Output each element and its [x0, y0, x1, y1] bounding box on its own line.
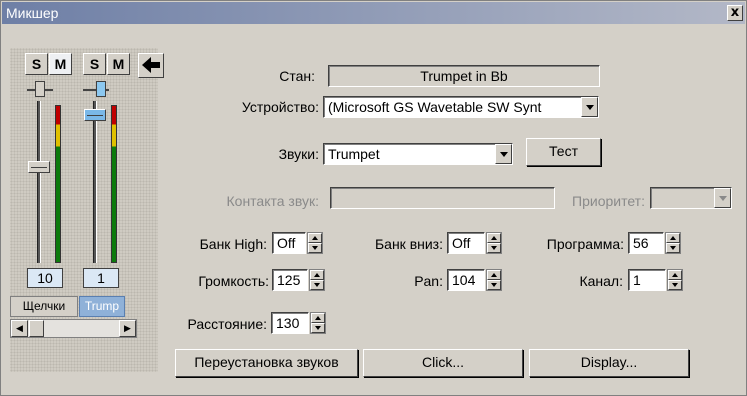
fader-track-2 — [93, 101, 97, 263]
bank-high-spinner[interactable] — [307, 232, 323, 254]
test-button[interactable]: Тест — [526, 138, 601, 166]
channel-down[interactable] — [668, 280, 682, 290]
window-title: Микшер — [6, 5, 59, 21]
track-tab-trumpet[interactable]: Trump — [79, 296, 125, 317]
mute-button-2[interactable]: M — [107, 53, 130, 75]
distance-down[interactable] — [311, 323, 325, 333]
sounds-dropdown-button[interactable] — [495, 144, 512, 164]
collapse-arrow-button[interactable] — [138, 53, 164, 78]
reassign-sounds-button[interactable]: Переустановка звуков — [175, 349, 358, 377]
scroll-right-button[interactable]: ▶ — [119, 320, 136, 337]
pan-spinner[interactable] — [486, 269, 502, 291]
level-meter-2 — [111, 105, 117, 263]
mixer-window: Микшер x S M S M 10 1 Щелчки Trump ◀ ▶ С… — [0, 0, 747, 396]
volume-fader-2[interactable] — [84, 109, 106, 121]
channel-value-2: 1 — [83, 268, 119, 288]
pan-knob-2[interactable] — [96, 81, 106, 97]
sounds-label: Звуки: — [278, 146, 319, 162]
volume-spinner[interactable] — [309, 269, 325, 291]
staff-label: Стан: — [279, 68, 315, 84]
sounds-select[interactable]: Trumpet — [323, 143, 513, 165]
scroll-left-button[interactable]: ◀ — [11, 320, 28, 337]
priority-dropdown-button — [714, 188, 731, 208]
volume-fader-1[interactable] — [28, 161, 50, 173]
pan-input[interactable]: 104 — [447, 269, 485, 291]
display-button[interactable]: Display... — [529, 349, 689, 377]
sounds-value: Trumpet — [328, 146, 380, 162]
device-dropdown-button[interactable] — [581, 97, 598, 117]
channel-up[interactable] — [668, 270, 682, 280]
fader-track-1 — [37, 101, 41, 263]
pan-knob-1[interactable] — [35, 81, 45, 97]
track-tab-clicks[interactable]: Щелчки — [10, 296, 78, 317]
priority-select — [650, 187, 732, 209]
program-spinner[interactable] — [665, 232, 681, 254]
volume-label: Громкость: — [198, 273, 269, 289]
volume-up[interactable] — [310, 270, 324, 280]
device-select[interactable]: (Microsoft GS Wavetable SW Synt — [323, 96, 599, 118]
strip-scrollbar[interactable]: ◀ ▶ — [10, 319, 137, 338]
device-value: (Microsoft GS Wavetable SW Synt — [328, 99, 542, 115]
bank-low-up[interactable] — [487, 233, 501, 243]
priority-label: Приоритет: — [572, 193, 645, 209]
staff-field: Trumpet in Bb — [328, 65, 600, 87]
program-label: Программа: — [546, 236, 624, 252]
pan-down[interactable] — [487, 280, 501, 290]
close-button[interactable]: x — [727, 5, 743, 21]
program-input[interactable]: 56 — [628, 232, 664, 254]
contact-sound-field — [330, 187, 555, 209]
distance-up[interactable] — [311, 313, 325, 323]
distance-input[interactable]: 130 — [271, 312, 309, 334]
channel-input[interactable]: 1 — [628, 269, 666, 291]
program-down[interactable] — [666, 243, 680, 253]
bank-low-input[interactable]: Off — [447, 232, 485, 254]
bank-high-up[interactable] — [308, 233, 322, 243]
click-button[interactable]: Click... — [363, 349, 523, 377]
bank-high-input[interactable]: Off — [272, 232, 306, 254]
volume-input[interactable]: 125 — [272, 269, 308, 291]
bank-low-spinner[interactable] — [486, 232, 502, 254]
channel-spinner[interactable] — [667, 269, 683, 291]
pan-up[interactable] — [487, 270, 501, 280]
device-label: Устройство: — [241, 99, 319, 115]
level-meter-1 — [55, 105, 61, 263]
left-arrow-icon — [142, 57, 160, 73]
bank-high-down[interactable] — [308, 243, 322, 253]
contact-sound-label: Контакта звук: — [226, 193, 320, 209]
distance-spinner[interactable] — [310, 312, 326, 334]
bank-low-label: Банк вниз: — [374, 236, 443, 252]
pan-label: Pan: — [414, 273, 443, 289]
distance-label: Расстояние: — [187, 316, 267, 332]
solo-button-1[interactable]: S — [25, 53, 48, 75]
scroll-thumb[interactable] — [29, 320, 44, 337]
volume-down[interactable] — [310, 280, 324, 290]
channel-value-1: 10 — [27, 268, 63, 288]
mute-button-1[interactable]: M — [49, 53, 72, 75]
solo-button-2[interactable]: S — [83, 53, 106, 75]
title-bar: Микшер x — [2, 2, 745, 24]
bank-high-label: Банк High: — [199, 236, 267, 252]
channel-label: Канал: — [579, 273, 623, 289]
program-up[interactable] — [666, 233, 680, 243]
bank-low-down[interactable] — [487, 243, 501, 253]
